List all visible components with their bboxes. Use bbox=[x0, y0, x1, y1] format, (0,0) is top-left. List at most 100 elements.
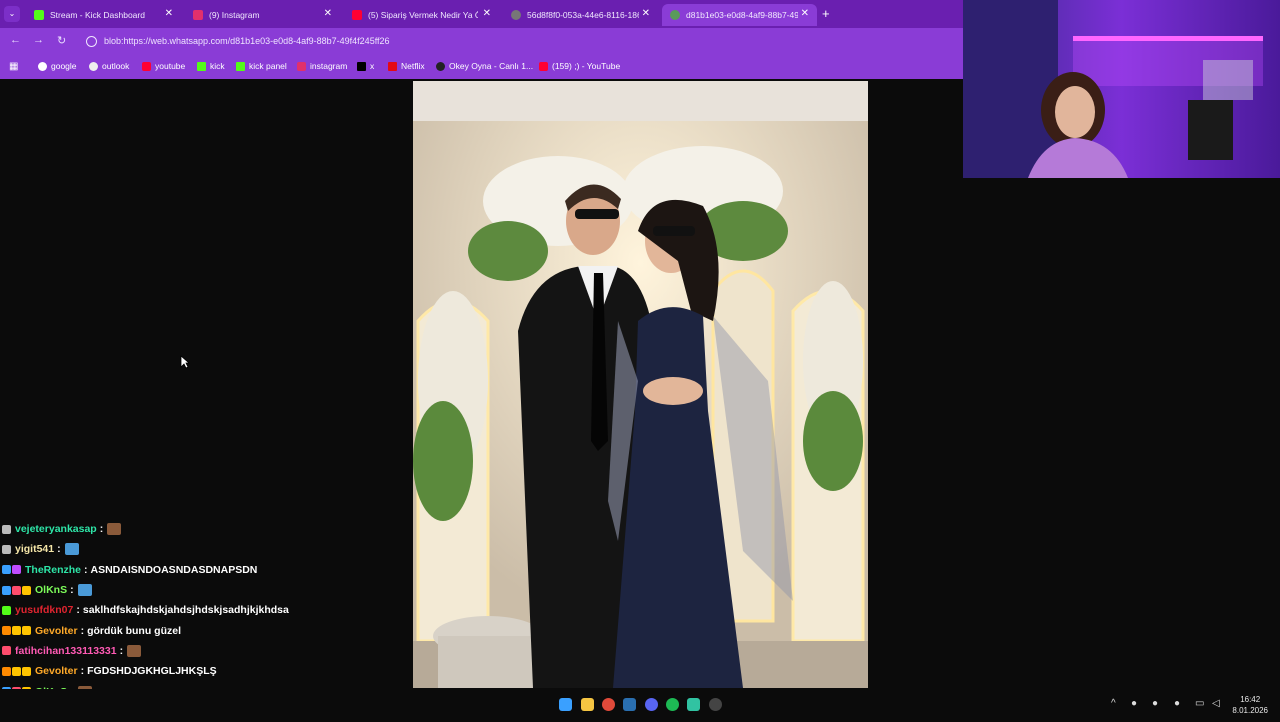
chat-badges bbox=[2, 565, 22, 575]
chat-separator: : bbox=[99, 523, 104, 536]
tab-youtube-siparis[interactable]: (5) Sipariş Vermek Nedir Ya Ödeme... ✕ bbox=[344, 4, 499, 26]
chrome-icon[interactable] bbox=[602, 698, 615, 711]
chat-username[interactable]: yusufdkn07 bbox=[15, 604, 73, 616]
kick-icon bbox=[197, 61, 206, 71]
volume-icon[interactable]: ◁ bbox=[1212, 698, 1220, 709]
blob-image bbox=[413, 81, 868, 688]
file-explorer-icon[interactable] bbox=[581, 698, 594, 711]
badge-icon bbox=[2, 565, 11, 575]
globe-icon bbox=[89, 61, 98, 71]
site-info-icon[interactable] bbox=[86, 36, 97, 47]
bookmark-kick-panel[interactable]: kick panel bbox=[236, 61, 287, 71]
bookmark-x[interactable]: x bbox=[357, 61, 374, 71]
chat-separator: : bbox=[70, 584, 74, 597]
close-icon[interactable]: ✕ bbox=[801, 8, 809, 19]
reload-icon[interactable]: ↻ bbox=[57, 34, 66, 47]
bookmark-outlook[interactable]: outlook bbox=[89, 61, 129, 71]
youtube-icon bbox=[352, 10, 362, 20]
bookmark-instagram[interactable]: instagram bbox=[297, 61, 347, 71]
new-tab-button[interactable]: + bbox=[822, 6, 830, 21]
badge-icon bbox=[2, 605, 11, 615]
bookmark-google[interactable]: google bbox=[38, 61, 77, 71]
chat-message: yigit541: bbox=[2, 539, 402, 559]
discord-icon[interactable] bbox=[645, 698, 658, 711]
wedding-photo bbox=[413, 81, 868, 688]
instagram-icon bbox=[193, 10, 203, 20]
bookmark-youtube[interactable]: youtube bbox=[142, 61, 185, 71]
badge-icon bbox=[12, 666, 21, 676]
url-field[interactable]: blob:https://web.whatsapp.com/d81b1e03-e… bbox=[104, 33, 974, 50]
instagram-icon bbox=[297, 61, 306, 71]
chat-message: yusufdkn07: saklhdfskajhdskjahdsjhdskjsad… bbox=[2, 600, 402, 620]
bookmark-okey[interactable]: Okey Oyna - Canlı 1... bbox=[436, 61, 533, 71]
chat-text: saklhdfskajhdskjahdsjhdskjsadhjkjkhdsa bbox=[82, 604, 289, 617]
close-icon[interactable]: ✕ bbox=[324, 8, 332, 19]
badge-icon bbox=[2, 666, 11, 676]
tab-kick-dashboard[interactable]: Stream - Kick Dashboard ✕ bbox=[26, 4, 181, 26]
emote-icon bbox=[64, 543, 79, 556]
streamlabs-icon[interactable] bbox=[687, 698, 700, 711]
bookmarks-bar: ▦ google outlook youtube kick kick panel… bbox=[0, 55, 963, 79]
chat-username[interactable]: yigit541 bbox=[15, 543, 54, 555]
chat-text: FGDSHDJGKHGLJHKŞLŞ bbox=[87, 665, 217, 678]
chat-separator: : bbox=[57, 543, 61, 556]
steam-tray-icon[interactable]: ● bbox=[1152, 698, 1158, 709]
tab-strip: ⌄ Stream - Kick Dashboard ✕ (9) Instagra… bbox=[0, 0, 963, 28]
kick-icon bbox=[236, 61, 245, 71]
clock[interactable]: 16:42 8.01.2026 bbox=[1232, 694, 1268, 716]
chat-username[interactable]: vejeteryankasap bbox=[15, 523, 97, 535]
chat-separator: : bbox=[76, 604, 80, 617]
youtube-icon bbox=[142, 61, 151, 71]
back-arrow-icon[interactable]: ← bbox=[10, 34, 21, 46]
close-icon[interactable]: ✕ bbox=[165, 8, 173, 19]
chat-badges bbox=[2, 605, 12, 615]
badge-icon bbox=[2, 626, 11, 636]
chat-username[interactable]: TheRenzhe bbox=[25, 564, 81, 576]
mouse-cursor-icon bbox=[180, 355, 190, 369]
chat-message: Gevolter: FGDSHDJGKHGLJHKŞLŞ bbox=[2, 661, 402, 681]
badge-icon bbox=[22, 626, 31, 636]
chat-text: ASNDAISNDOASNDASDNAPSDN bbox=[90, 563, 258, 576]
emote-icon bbox=[107, 523, 122, 536]
bookmark-netflix[interactable]: Netflix bbox=[388, 61, 425, 71]
tab-search-button[interactable]: ⌄ bbox=[4, 6, 20, 22]
chat-message: OlKnS: bbox=[2, 580, 402, 600]
chat-username[interactable]: fatihcihan133113331 bbox=[15, 645, 117, 657]
tab-whatsapp-blob-active[interactable]: d81b1e03-e0d8-4af9-88b7-49f... ✕ bbox=[662, 4, 817, 26]
whatsapp-icon bbox=[511, 10, 521, 20]
microphone-icon[interactable]: ● bbox=[1174, 698, 1180, 709]
close-icon[interactable]: ✕ bbox=[642, 8, 650, 19]
obs-icon[interactable] bbox=[709, 698, 722, 711]
badge-icon bbox=[12, 585, 21, 595]
x-icon bbox=[357, 61, 366, 71]
chat-separator: : bbox=[80, 665, 85, 678]
chat-message: vejeteryankasap: bbox=[2, 519, 402, 539]
bookmark-youtube-159[interactable]: (159) ;) - YouTube bbox=[539, 61, 620, 71]
chat-username[interactable]: OlKnS bbox=[35, 584, 67, 596]
chevron-up-icon[interactable]: ^ bbox=[1111, 698, 1116, 709]
youtube-icon bbox=[539, 61, 548, 71]
address-bar: ← → ↻ blob:https://web.whatsapp.com/d81b… bbox=[0, 28, 963, 55]
chat-separator: : bbox=[84, 563, 88, 576]
chat-username[interactable]: Gevolter bbox=[35, 625, 78, 637]
okey-icon bbox=[436, 61, 445, 71]
forward-arrow-icon[interactable]: → bbox=[33, 34, 44, 46]
apps-grid-icon[interactable]: ▦ bbox=[9, 61, 18, 72]
badge-icon bbox=[2, 585, 11, 595]
tab-whatsapp-blob-1[interactable]: 56d8f8f0-053a-44e6-8116-186... ✕ bbox=[503, 4, 658, 26]
chat-badges bbox=[2, 646, 12, 656]
display-icon[interactable]: ▭ bbox=[1195, 698, 1204, 709]
start-icon[interactable] bbox=[559, 698, 572, 711]
discord-tray-icon[interactable]: ● bbox=[1131, 698, 1137, 709]
chat-badges bbox=[2, 544, 12, 554]
chat-badges bbox=[2, 524, 12, 534]
bookmark-kick[interactable]: kick bbox=[197, 61, 225, 71]
badge-icon bbox=[22, 585, 31, 595]
close-icon[interactable]: ✕ bbox=[483, 8, 491, 19]
chat-username[interactable]: Gevolter bbox=[35, 665, 78, 677]
webcam-overlay bbox=[963, 0, 1280, 178]
tab-instagram[interactable]: (9) Instagram ✕ bbox=[185, 4, 340, 26]
spotify-icon[interactable] bbox=[666, 698, 679, 711]
steam-icon[interactable] bbox=[623, 698, 636, 711]
webcam-feed bbox=[963, 0, 1280, 178]
